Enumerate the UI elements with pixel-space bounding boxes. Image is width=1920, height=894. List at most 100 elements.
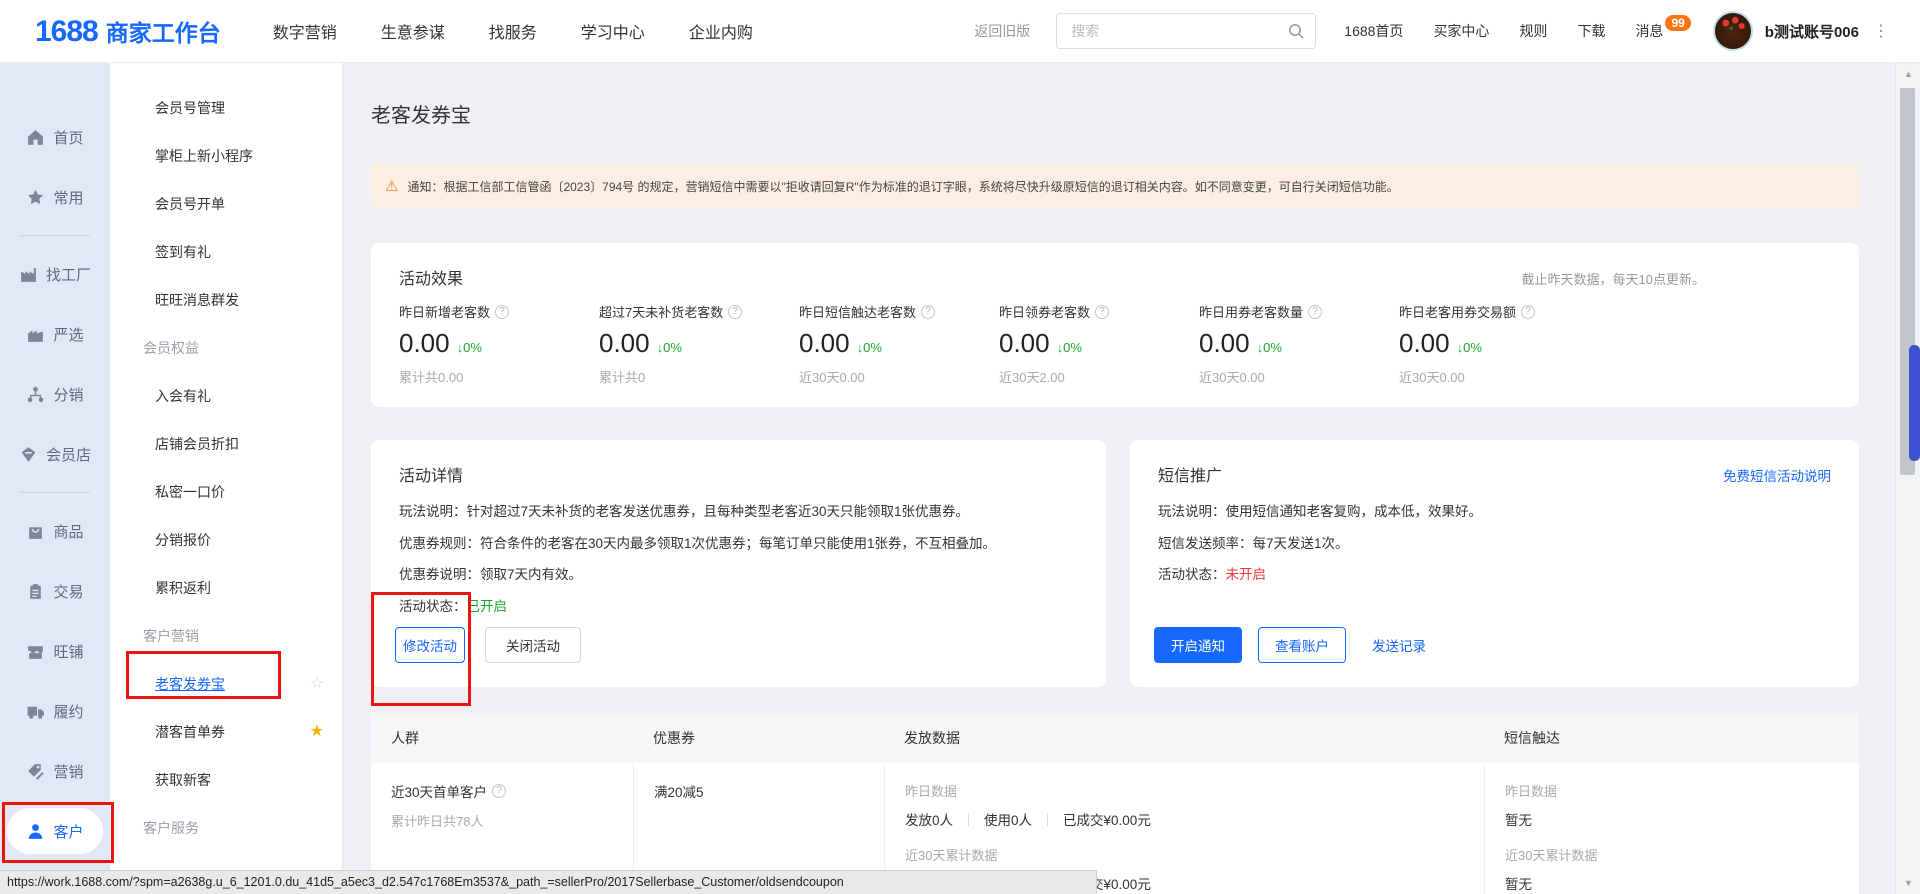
network-icon [26, 385, 45, 404]
divider [968, 813, 969, 826]
page-scrollbar[interactable]: ▲ ▼ [1895, 63, 1920, 894]
messages-link[interactable]: 消息 99 [1635, 21, 1690, 41]
menu-item-cumulative-rebate[interactable]: 累积返利 [110, 564, 342, 612]
sms-frequency: 短信发送频率：每7天发送1次。 [1158, 528, 1831, 560]
scroll-down-icon[interactable]: ▼ [1896, 878, 1920, 888]
top-menu-business-advisor[interactable]: 生意参谋 [381, 19, 445, 43]
menu-item-store-member-discount[interactable]: 店铺会员折扣 [110, 420, 342, 468]
sidebar-item-trade[interactable]: 交易 [0, 561, 110, 621]
help-icon[interactable]: ? [492, 784, 506, 798]
stat-over-7day-no-restock: 超过7天未补货老客数? 0.00↓0% 累计共0 [599, 302, 799, 386]
home-icon [26, 128, 45, 147]
sidebar-item-distribution[interactable]: 分销 [0, 364, 110, 424]
logo-1688[interactable]: 1688 商家工作台 [35, 14, 221, 49]
messages-label: 消息 [1635, 21, 1663, 41]
search-icon[interactable] [1287, 22, 1305, 40]
close-activity-button[interactable]: 关闭活动 [485, 627, 581, 663]
help-icon[interactable]: ? [495, 305, 509, 319]
stat-coupon-claimed: 昨日领券老客数? 0.00↓0% 近30天2.00 [999, 302, 1199, 386]
menu-item-old-customer-coupon[interactable]: 老客发券宝 ☆ [110, 660, 342, 708]
modify-activity-button[interactable]: 修改活动 [395, 627, 465, 663]
scroll-up-icon[interactable]: ▲ [1896, 69, 1920, 79]
sidebar-item-goods[interactable]: 商品 [0, 501, 110, 561]
sidebar-item-find-factory[interactable]: 找工厂 [0, 244, 110, 304]
back-to-old-version-link[interactable]: 返回旧版 [974, 21, 1030, 41]
sidebar-item-fulfillment[interactable]: 履约 [0, 681, 110, 741]
menu-section-customer-service: 客户服务 [110, 804, 342, 852]
menu-item-checkin-gift[interactable]: 签到有礼 [110, 228, 342, 276]
sidebar-divider [20, 492, 90, 493]
sms-promotion-title: 短信推广 [1158, 462, 1222, 486]
menu-item-member-account-mgmt[interactable]: 会员号管理 [110, 84, 342, 132]
tags-icon [26, 762, 45, 781]
stats-row: 昨日新增老客数? 0.00↓0% 累计共0.00 超过7天未补货老客数? 0.0… [399, 302, 1833, 386]
header-crowd: 人群 [371, 728, 633, 748]
overflow-menu-icon[interactable]: ⋮ [1873, 21, 1890, 41]
header-coupon: 优惠券 [633, 728, 884, 748]
sidebar-item-strict-selection[interactable]: 严选 [0, 304, 110, 364]
link-rules[interactable]: 规则 [1519, 21, 1547, 41]
inner-scrollbar-thumb[interactable] [1909, 345, 1920, 461]
search-input[interactable] [1071, 23, 1287, 39]
star-icon [26, 188, 45, 207]
sidebar-item-shop[interactable]: 旺铺 [0, 621, 110, 681]
top-navbar: 1688 商家工作台 数字营销 生意参谋 找服务 学习中心 企业内购 返回旧版 … [0, 0, 1920, 63]
stat-coupon-gmv: 昨日老客用券交易额? 0.00↓0% 近30天0.00 [1399, 302, 1599, 386]
favorite-star-filled-icon[interactable]: ★ [310, 708, 324, 756]
sidebar-item-customer[interactable]: 客户 [0, 801, 110, 861]
table-header-row: 人群 优惠券 发放数据 短信触达 [371, 713, 1859, 763]
help-icon[interactable]: ? [1521, 305, 1535, 319]
activity-detail-card: 活动详情 玩法说明：针对超过7天未补货的老客发送优惠券，且每种类型老客近30天只… [371, 440, 1106, 687]
favorite-star-outline-icon[interactable]: ☆ [310, 660, 324, 708]
logo-text: 商家工作台 [106, 14, 221, 48]
free-sms-info-link[interactable]: 免费短信活动说明 [1723, 465, 1831, 485]
menu-item-wangwang-broadcast[interactable]: 旺旺消息群发 [110, 276, 342, 324]
coupon-rules: 优惠券规则：符合条件的老客在30天内最多领取1次优惠券；每笔订单只能使用1张券，… [399, 528, 1078, 560]
search-box[interactable] [1056, 13, 1316, 49]
top-menu-find-services[interactable]: 找服务 [489, 19, 537, 43]
menu-item-distribution-quote[interactable]: 分销报价 [110, 516, 342, 564]
secondary-sidebar: 会员号管理 掌柜上新小程序 会员号开单 签到有礼 旺旺消息群发 会员权益 入会有… [110, 63, 343, 894]
enable-notification-button[interactable]: 开启通知 [1154, 627, 1242, 663]
username[interactable]: b测试账号006 [1765, 21, 1859, 42]
coupon-notes: 优惠券说明：领取7天内有效。 [399, 559, 1078, 591]
sidebar-item-home[interactable]: 首页 [0, 107, 110, 167]
help-icon[interactable]: ? [728, 305, 742, 319]
help-icon[interactable]: ? [1308, 305, 1322, 319]
menu-item-shopkeeper-mini-program[interactable]: 掌柜上新小程序 [110, 132, 342, 180]
menu-section-customer-marketing: 客户营销 [110, 612, 342, 660]
top-menu-digital-marketing[interactable]: 数字营销 [273, 19, 337, 43]
top-menu: 数字营销 生意参谋 找服务 学习中心 企业内购 [273, 19, 753, 43]
divider [1047, 813, 1048, 826]
cell-sms-reach: 昨日数据 暂无 近30天累计数据 暂无 [1484, 763, 1859, 894]
menu-item-private-fixed-price[interactable]: 私密一口价 [110, 468, 342, 516]
primary-sidebar: 首页 常用 找工厂 严选 分销 会员店 商品 交易 旺铺 履约 营销 [0, 63, 110, 894]
link-1688-home[interactable]: 1688首页 [1344, 21, 1403, 41]
link-download[interactable]: 下载 [1577, 21, 1605, 41]
avatar[interactable] [1713, 11, 1753, 51]
stat-sms-reached: 昨日短信触达老客数? 0.00↓0% 近30天0.00 [799, 302, 999, 386]
sidebar-item-marketing[interactable]: 营销 [0, 741, 110, 801]
view-account-button[interactable]: 查看账户 [1258, 627, 1346, 663]
menu-item-member-billing[interactable]: 会员号开单 [110, 180, 342, 228]
help-icon[interactable]: ? [921, 305, 935, 319]
activity-status-line: 活动状态：已开启 [399, 591, 1078, 623]
activity-effect-title: 活动效果 [399, 265, 463, 289]
menu-item-prospect-first-order-coupon[interactable]: 潜客首单券 ★ [110, 708, 342, 756]
sidebar-item-member-store[interactable]: 会员店 [0, 424, 110, 484]
notice-text: 通知：根据工信部工信管函〔2023〕794号 的规定，营销短信中需要以"拒收请回… [407, 178, 1398, 195]
menu-item-acquire-new-customers[interactable]: 获取新客 [110, 756, 342, 804]
sms-status-line: 活动状态：未开启 [1158, 559, 1831, 591]
top-menu-enterprise-purchase[interactable]: 企业内购 [689, 19, 753, 43]
link-buyer-center[interactable]: 买家中心 [1433, 21, 1489, 41]
messages-badge: 99 [1665, 15, 1690, 31]
shopping-bag-icon [26, 522, 45, 541]
help-icon[interactable]: ? [1095, 305, 1109, 319]
sidebar-item-frequent[interactable]: 常用 [0, 167, 110, 227]
quick-links: 1688首页 买家中心 规则 下载 [1344, 21, 1605, 41]
top-menu-learning-center[interactable]: 学习中心 [581, 19, 645, 43]
menu-item-join-gift[interactable]: 入会有礼 [110, 372, 342, 420]
person-icon [26, 822, 45, 841]
activity-detail-title: 活动详情 [399, 462, 463, 486]
send-records-link[interactable]: 发送记录 [1372, 635, 1426, 655]
